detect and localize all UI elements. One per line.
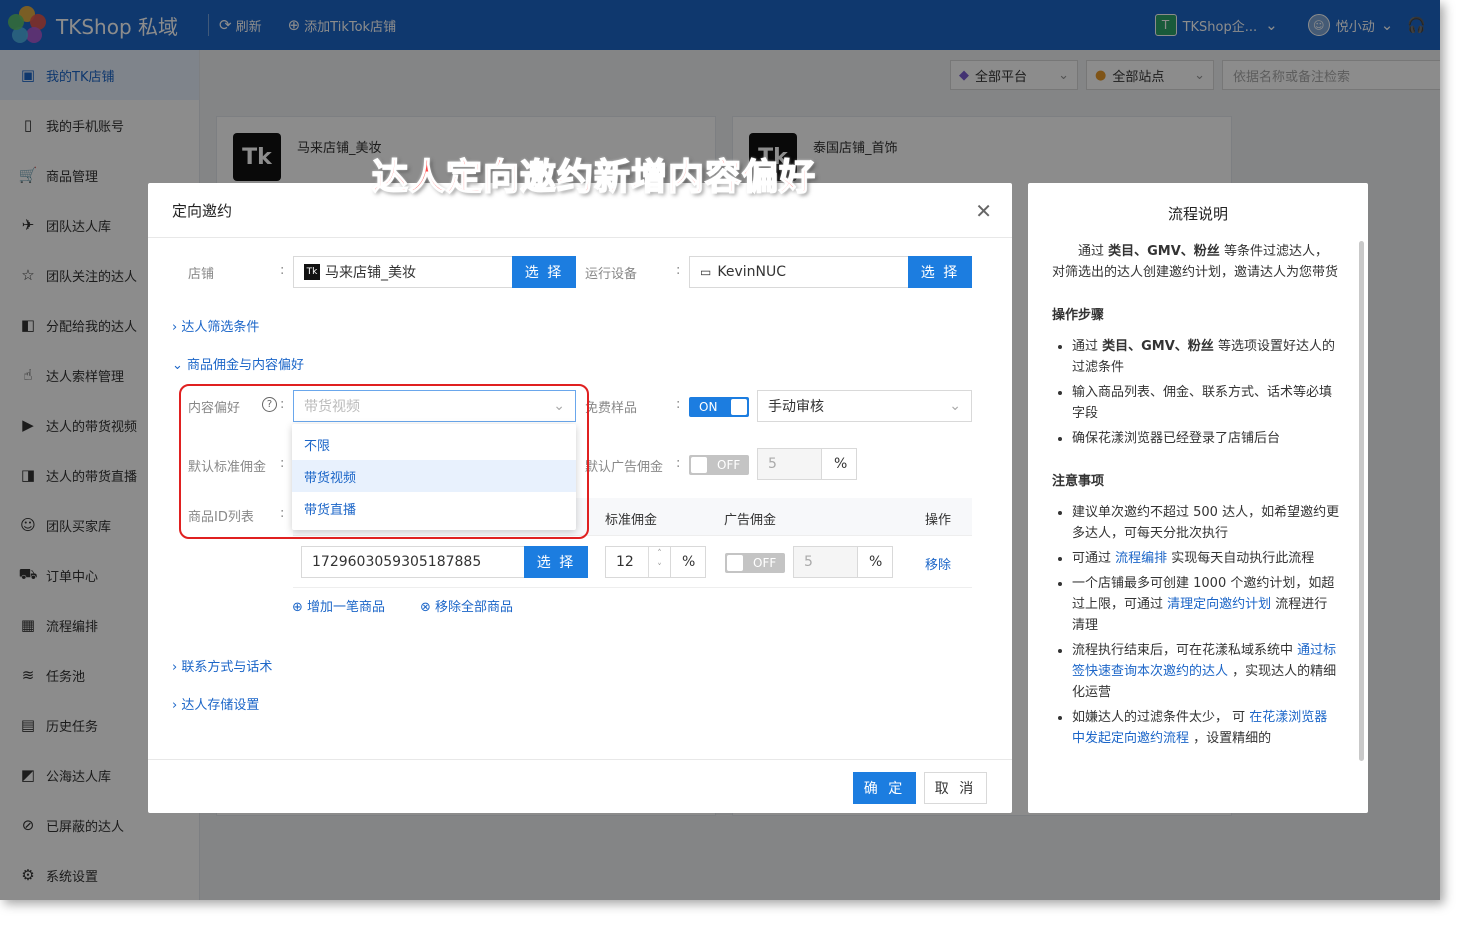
list-item: 通过 类目、GMV、粉丝 等选项设置好达人的过滤条件 — [1072, 336, 1340, 378]
notes-list: 建议单次邀约不超过 500 达人，如希望邀约更多达人，可每天分批次执行 可通过 … — [1052, 502, 1340, 749]
remove-all-label: 移除全部商品 — [435, 600, 514, 615]
section-contact-label: 联系方式与话术 — [181, 660, 273, 675]
chevron-right-icon: › — [172, 320, 182, 335]
add-product-label: 增加一笔商品 — [307, 600, 386, 615]
steps-list: 通过 类目、GMV、粉丝 等选项设置好达人的过滤条件 输入商品列表、佣金、联系方… — [1052, 336, 1340, 449]
confirm-button[interactable]: 确 定 — [853, 772, 916, 804]
shop-field[interactable]: Tk 马来店铺_美妆 — [293, 256, 513, 288]
product-id-input[interactable]: 1729603059305187885 — [301, 546, 525, 578]
row-ad-input[interactable]: 5 — [793, 546, 858, 578]
cancel-button[interactable]: 取 消 — [924, 772, 987, 804]
section-filter-label: 达人筛选条件 — [181, 320, 260, 335]
free-sample-label: 免费样品 — [585, 401, 638, 416]
help-body: 通过 类目、GMV、粉丝 等条件过滤达人，对筛选出的达人创建邀约计划，邀请达人为… — [1052, 241, 1340, 753]
free-sample-toggle[interactable]: ON — [689, 397, 749, 417]
section-contact-toggle[interactable]: › 联系方式与话术 — [172, 656, 272, 675]
dialog-title: 定向邀约 — [172, 201, 233, 220]
monitor-icon: ▭ — [700, 265, 712, 279]
remove-circle-icon: ⊗ — [420, 600, 436, 615]
notes-title: 注意事项 — [1052, 474, 1105, 489]
divider — [148, 759, 1012, 760]
th-operation: 操作 — [925, 513, 952, 528]
list-item: 流程执行结束后，可在花漾私域系统中 通过标签快速查询本次邀约的达人 ，实现达人的… — [1072, 640, 1340, 703]
device-label: 运行设备 — [585, 267, 638, 282]
shop-label: 店铺 — [188, 267, 215, 282]
annotation-title: 达人定向邀约新增内容偏好 — [371, 156, 817, 199]
th-std-commission: 标准佣金 — [605, 513, 658, 528]
review-select[interactable]: 手动审核 ⌄ — [757, 390, 972, 422]
th-ad-commission: 广告佣金 — [724, 513, 777, 528]
highlight-box — [179, 384, 589, 539]
percent-suffix: % — [670, 546, 706, 578]
ad-commission-toggle[interactable]: OFF — [689, 455, 749, 475]
toggle-label: OFF — [717, 458, 741, 472]
device-field[interactable]: ▭ KevinNUC — [689, 256, 909, 288]
colon: : — [676, 456, 681, 471]
percent-suffix: % — [821, 448, 857, 480]
section-storage-toggle[interactable]: › 达人存储设置 — [172, 694, 259, 713]
toggle-knob — [731, 399, 747, 415]
stepper-icon[interactable]: ˄ ˅ — [648, 547, 670, 577]
scrollbar[interactable] — [1359, 241, 1364, 761]
chevron-down-icon: ⌄ — [949, 398, 961, 414]
section-filter-toggle[interactable]: › 达人筛选条件 — [172, 316, 259, 335]
select-shop-button[interactable]: 选 择 — [512, 256, 576, 288]
toggle-label: ON — [699, 400, 718, 414]
list-item: 可通过 流程编排 实现每天自动执行此流程 — [1072, 548, 1340, 569]
help-intro: 通过 类目、GMV、粉丝 等条件过滤达人，对筛选出的达人创建邀约计划，邀请达人为… — [1052, 244, 1339, 280]
chevron-right-icon: › — [172, 698, 182, 713]
workflow-link[interactable]: 流程编排 — [1115, 551, 1167, 566]
colon: : — [676, 397, 681, 412]
list-item: 输入商品列表、佣金、联系方式、话术等必填字段 — [1072, 382, 1340, 424]
toggle-knob — [691, 457, 707, 473]
cleanup-link[interactable]: 清理定向邀约计划 — [1167, 597, 1271, 612]
select-product-button[interactable]: 选 择 — [524, 546, 588, 578]
section-commission-toggle[interactable]: ⌄ 商品佣金与内容偏好 — [172, 354, 304, 373]
review-value: 手动审核 — [768, 399, 824, 415]
close-icon[interactable]: ✕ — [975, 199, 992, 223]
section-storage-label: 达人存储设置 — [181, 698, 260, 713]
add-circle-icon: ⊕ — [292, 600, 308, 615]
ad-commission-label: 默认广告佣金 — [585, 460, 664, 475]
row-ad-toggle[interactable]: OFF — [725, 553, 785, 573]
steps-title: 操作步骤 — [1052, 308, 1105, 323]
help-panel: 流程说明 通过 类目、GMV、粉丝 等条件过滤达人，对筛选出的达人创建邀约计划，… — [1028, 183, 1368, 813]
remove-all-link[interactable]: ⊗ 移除全部商品 — [420, 596, 513, 615]
add-product-link[interactable]: ⊕ 增加一笔商品 — [292, 596, 385, 615]
app-window: TKShop 私域 ⟳ 刷新 ⊕ 添加TikTok店铺 T TKShop企... ⌄ ☺… — [0, 0, 1440, 900]
list-item: 建议单次邀约不超过 500 达人，如希望邀约更多达人，可每天分批次执行 — [1072, 502, 1340, 544]
chevron-right-icon: › — [172, 660, 182, 675]
list-item: 一个店铺最多可创建 1000 个邀约计划，如超过上限，可通过 清理定向邀约计划 … — [1072, 573, 1340, 636]
remove-link[interactable]: 移除 — [925, 554, 951, 573]
colon: : — [676, 263, 681, 278]
help-title: 流程说明 — [1167, 205, 1228, 223]
list-item: 确保花漾浏览器已经登录了店铺后台 — [1072, 428, 1340, 449]
toggle-knob — [727, 555, 743, 571]
tiktok-icon: Tk — [304, 264, 320, 280]
divider — [293, 587, 972, 588]
device-value: KevinNUC — [717, 264, 786, 280]
section-commission-label: 商品佣金与内容偏好 — [187, 358, 305, 373]
select-device-button[interactable]: 选 择 — [908, 256, 972, 288]
ad-commission-input[interactable]: 5 — [757, 448, 822, 480]
percent-suffix: % — [857, 546, 893, 578]
chevron-down-icon: ⌄ — [172, 358, 188, 373]
shop-value: 马来店铺_美妆 — [325, 265, 416, 281]
toggle-label: OFF — [753, 556, 777, 570]
colon: : — [280, 263, 285, 278]
list-item: 如嫌达人的过滤条件太少， 可 在花漾浏览器中发起定向邀约流程 ，设置精细的 — [1072, 707, 1340, 749]
